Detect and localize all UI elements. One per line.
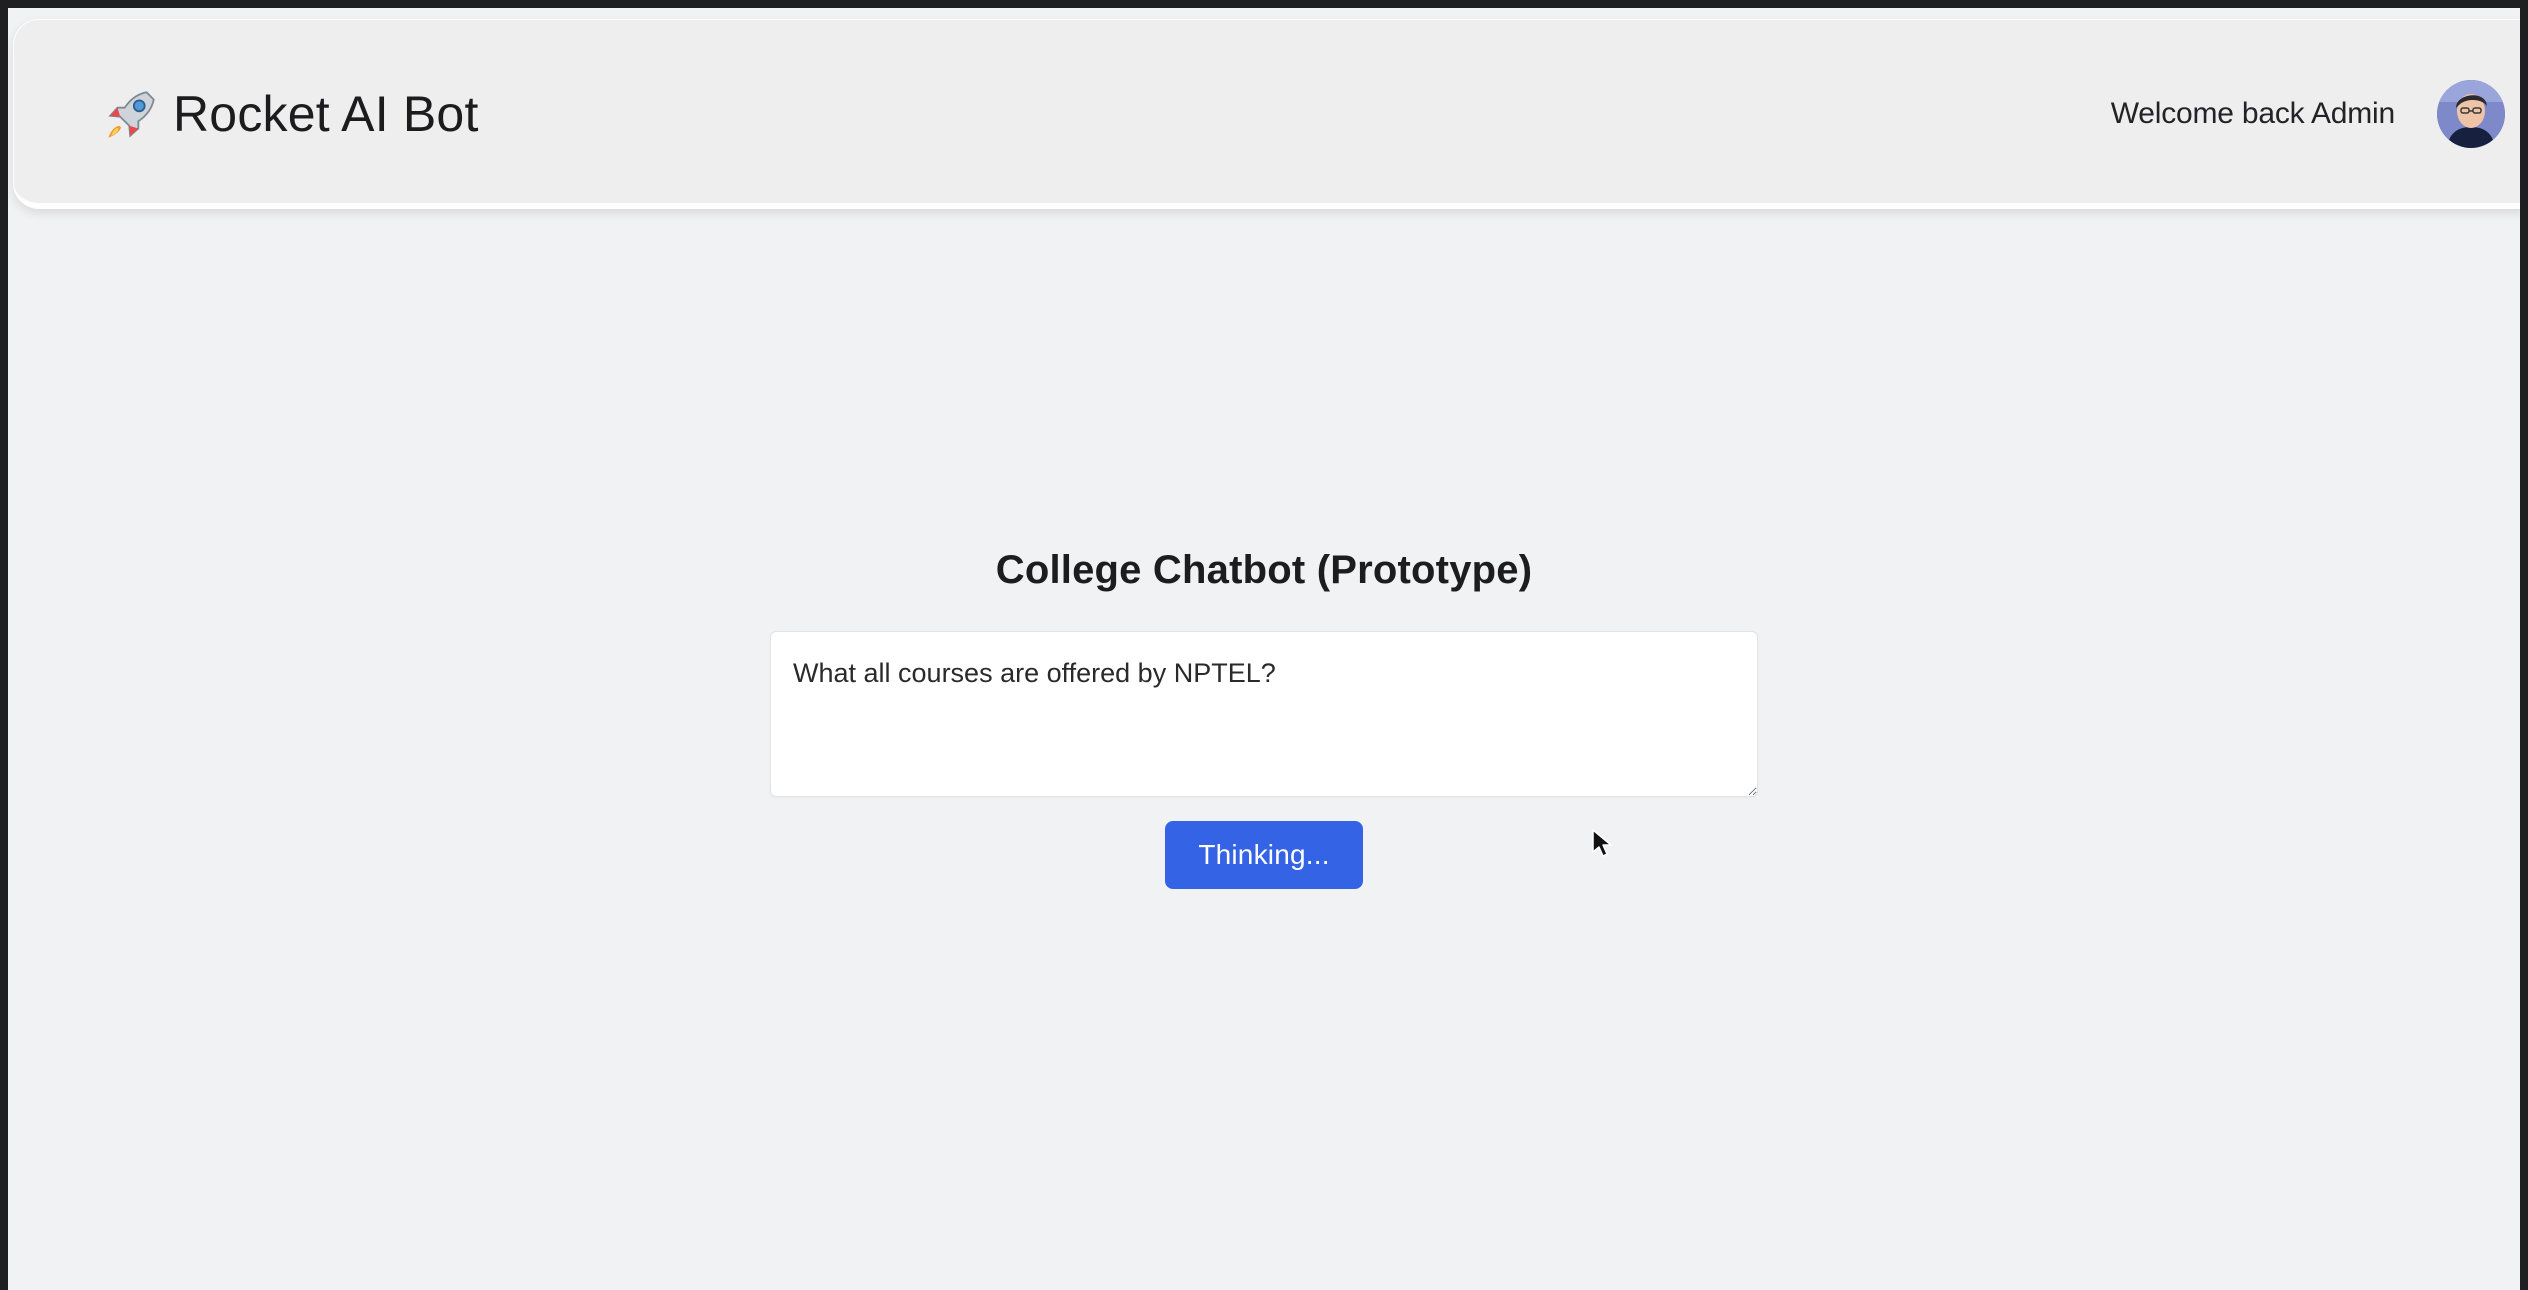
thinking-button[interactable]: Thinking... bbox=[1165, 821, 1363, 889]
welcome-text: Welcome back Admin bbox=[2110, 97, 2396, 130]
user-area: Welcome back Admin bbox=[2111, 19, 2505, 209]
browser-viewport: Rocket AI Bot Welcome back Admin College… bbox=[8, 8, 2520, 1290]
rocket-icon bbox=[108, 91, 155, 138]
page-title: College Chatbot (Prototype) bbox=[995, 548, 1533, 592]
query-input[interactable]: What all courses are offered by NPTEL? bbox=[770, 631, 1758, 797]
avatar[interactable] bbox=[2437, 80, 2505, 148]
brand[interactable]: Rocket AI Bot bbox=[103, 19, 479, 209]
app-title: Rocket AI Bot bbox=[173, 86, 479, 142]
top-navbar: Rocket AI Bot Welcome back Admin bbox=[13, 19, 2520, 209]
mouse-cursor-icon bbox=[1592, 829, 1612, 857]
chat-main: College Chatbot (Prototype) What all cou… bbox=[8, 548, 2520, 889]
